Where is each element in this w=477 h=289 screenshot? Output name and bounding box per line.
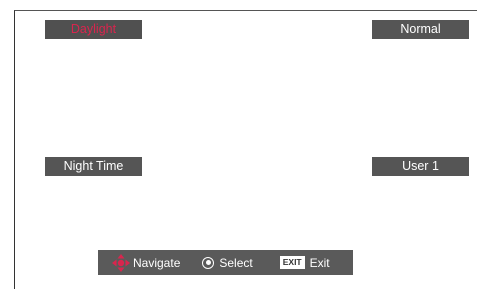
navigate-label: Navigate xyxy=(133,255,181,270)
mode-night-time-button[interactable]: Night Time xyxy=(45,157,142,176)
screen-frame xyxy=(14,10,477,289)
exit-label: Exit xyxy=(309,255,330,270)
mode-user1-button[interactable]: User 1 xyxy=(372,157,469,176)
mode-normal-button[interactable]: Normal xyxy=(372,20,469,39)
select-label: Select xyxy=(219,255,253,270)
exit-key-icon: EXIT xyxy=(279,256,305,269)
key-hint-bar: Navigate Select EXIT Exit xyxy=(98,250,353,275)
mode-daylight-button[interactable]: Daylight xyxy=(45,20,142,39)
exit-hint[interactable]: EXIT Exit xyxy=(253,256,330,270)
select-icon xyxy=(202,256,215,269)
navigate-hint: Navigate xyxy=(98,253,180,273)
select-hint: Select xyxy=(180,255,253,270)
navigate-arrows-icon xyxy=(112,253,130,272)
